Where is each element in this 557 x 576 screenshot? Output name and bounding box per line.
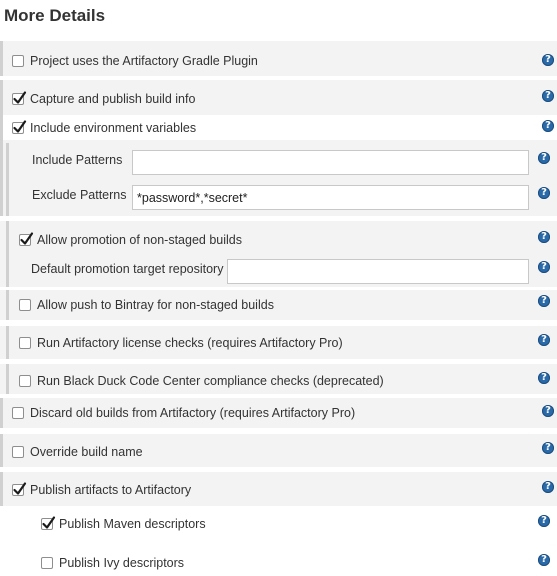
gradle-plugin-option[interactable]: Project uses the Artifactory Gradle Plug… — [12, 51, 258, 71]
allow-promotion-label: Allow promotion of non-staged builds — [37, 233, 242, 247]
publish-artifacts-option[interactable]: Publish artifacts to Artifactory — [12, 480, 191, 500]
include-env-vars-label: Include environment variables — [30, 121, 197, 135]
black-duck-label: Run Black Duck Code Center compliance ch… — [37, 374, 384, 388]
override-build-name-label: Override build name — [30, 445, 143, 459]
checkmark-icon — [13, 91, 27, 104]
publish-ivy-checkbox[interactable] — [41, 557, 53, 569]
help-icon[interactable]: ? — [538, 515, 550, 527]
allow-bintray-checkbox[interactable] — [19, 299, 31, 311]
nest-bar — [0, 41, 3, 76]
help-icon[interactable]: ? — [538, 231, 550, 243]
help-icon[interactable]: ? — [542, 54, 554, 66]
nest-bar — [6, 290, 9, 320]
black-duck-option[interactable]: Run Black Duck Code Center compliance ch… — [19, 371, 384, 391]
publish-maven-label: Publish Maven descriptors — [59, 517, 206, 531]
publish-ivy-label: Publish Ivy descriptors — [59, 556, 185, 570]
override-build-name-checkbox[interactable] — [12, 446, 24, 458]
discard-old-builds-option[interactable]: Discard old builds from Artifactory (req… — [12, 403, 355, 423]
help-icon[interactable]: ? — [538, 334, 550, 346]
capture-build-info-label: Capture and publish build info — [30, 92, 196, 106]
nest-bar — [0, 434, 3, 467]
help-icon[interactable]: ? — [538, 187, 550, 199]
capture-build-info-option[interactable]: Capture and publish build info — [12, 89, 195, 109]
help-icon[interactable]: ? — [542, 90, 554, 102]
nest-bar — [0, 140, 3, 216]
black-duck-checkbox[interactable] — [19, 375, 31, 387]
nest-bar — [0, 472, 3, 506]
gradle-plugin-checkbox[interactable] — [12, 55, 24, 67]
exclude-patterns-label: Exclude Patterns — [32, 188, 127, 202]
include-patterns-label: Include Patterns — [32, 153, 123, 167]
section-title: More Details — [4, 6, 106, 25]
capture-build-info-checkbox[interactable] — [12, 91, 27, 105]
nest-bar — [6, 326, 9, 359]
publish-artifacts-label: Publish artifacts to Artifactory — [30, 483, 192, 497]
allow-bintray-option[interactable]: Allow push to Bintray for non-staged bui… — [19, 295, 274, 315]
help-icon[interactable]: ? — [538, 261, 550, 273]
allow-bintray-label: Allow push to Bintray for non-staged bui… — [37, 298, 274, 312]
license-checks-checkbox[interactable] — [19, 337, 31, 349]
nest-bar — [0, 398, 3, 428]
help-icon[interactable]: ? — [538, 554, 550, 566]
include-env-vars-option[interactable]: Include environment variables — [12, 118, 196, 138]
help-icon[interactable]: ? — [542, 405, 554, 417]
help-icon[interactable]: ? — [542, 120, 554, 132]
license-checks-label: Run Artifactory license checks (requires… — [37, 336, 343, 350]
include-patterns-input[interactable] — [132, 150, 529, 175]
checkmark-icon — [20, 232, 34, 245]
override-build-name-option[interactable]: Override build name — [12, 442, 143, 462]
nest-bar — [6, 221, 9, 287]
allow-promotion-checkbox[interactable] — [19, 232, 34, 246]
help-icon[interactable]: ? — [542, 481, 554, 493]
default-promotion-repo-label: Default promotion target repository — [31, 262, 224, 276]
nest-bar — [6, 143, 9, 216]
help-icon[interactable]: ? — [538, 152, 550, 164]
checkmark-icon — [13, 482, 27, 495]
checkmark-icon — [13, 120, 27, 133]
help-icon[interactable]: ? — [538, 372, 550, 384]
checkmark-icon — [42, 516, 56, 529]
exclude-patterns-input[interactable] — [132, 185, 529, 210]
allow-promotion-option[interactable]: Allow promotion of non-staged builds — [19, 230, 242, 250]
help-icon[interactable]: ? — [542, 442, 554, 454]
gradle-plugin-label: Project uses the Artifactory Gradle Plug… — [30, 54, 258, 68]
discard-old-builds-checkbox[interactable] — [12, 407, 24, 419]
default-promotion-repo-input[interactable] — [227, 259, 529, 284]
nest-bar — [6, 364, 9, 394]
help-icon[interactable]: ? — [538, 295, 550, 307]
include-env-vars-checkbox[interactable] — [12, 120, 27, 134]
publish-ivy-option[interactable]: Publish Ivy descriptors — [41, 553, 184, 573]
publish-maven-option[interactable]: Publish Maven descriptors — [41, 514, 206, 534]
discard-old-builds-label: Discard old builds from Artifactory (req… — [30, 406, 356, 420]
license-checks-option[interactable]: Run Artifactory license checks (requires… — [19, 333, 343, 353]
publish-artifacts-checkbox[interactable] — [12, 482, 27, 496]
publish-maven-checkbox[interactable] — [41, 516, 56, 530]
